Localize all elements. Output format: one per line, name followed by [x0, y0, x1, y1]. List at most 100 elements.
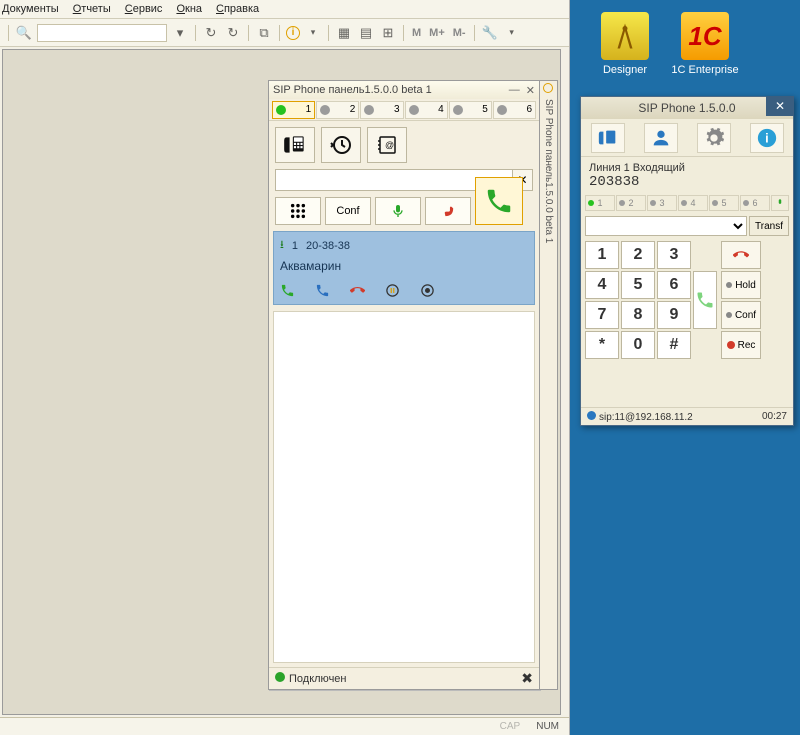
toolbar-search-input[interactable] [37, 24, 167, 42]
conf-button[interactable]: Conf [721, 301, 761, 329]
memory-m[interactable]: M [410, 27, 423, 39]
win-line-1[interactable]: 1 [585, 195, 615, 211]
dialpad-button[interactable] [275, 197, 321, 225]
key-0[interactable]: 0 [621, 331, 655, 359]
keypad: 1 2 3 4 5 6 7 8 9 * 0 # [585, 241, 691, 359]
menu-documents[interactable]: Документы [2, 3, 59, 15]
win-line-6[interactable]: 6 [740, 195, 770, 211]
abacus-icon[interactable]: ⊞ [379, 24, 397, 42]
sip-uri: sip:11@192.168.11.2 [599, 412, 693, 423]
sip-phone-panel: SIP Phone панель1.5.0.0 beta 1 ― ✕ 1 2 3… [268, 80, 540, 690]
toolbar-sep [248, 25, 249, 41]
menu-windows[interactable]: Окна [176, 3, 202, 15]
key-4[interactable]: 4 [585, 271, 619, 299]
calc-icon[interactable]: ▤ [357, 24, 375, 42]
hold-button[interactable]: Hold [721, 271, 761, 299]
tab-settings[interactable] [697, 123, 731, 153]
line-4[interactable]: 4 [405, 101, 448, 119]
rec-button[interactable]: Rec [721, 331, 761, 359]
toolbar-sep [279, 25, 280, 41]
menu-help[interactable]: Справка [216, 3, 259, 15]
calendar-icon[interactable]: ▦ [335, 24, 353, 42]
key-7[interactable]: 7 [585, 301, 619, 329]
transfer-button[interactable]: Transf [749, 216, 789, 236]
desktop-icon-1c-enterprise[interactable]: 1C 1C Enterprise [670, 12, 740, 76]
record-icon[interactable] [420, 283, 435, 302]
memory-mplus[interactable]: M+ [427, 27, 447, 39]
win-line-4[interactable]: 4 [678, 195, 708, 211]
key-9[interactable]: 9 [657, 301, 691, 329]
win-line-5[interactable]: 5 [709, 195, 739, 211]
pin-icon[interactable] [543, 83, 553, 93]
win-mic-button[interactable] [771, 195, 789, 211]
number-combo[interactable] [585, 216, 747, 236]
hold-icon[interactable] [385, 283, 400, 302]
desktop-icon-label: 1C Enterprise [670, 64, 740, 76]
tab-contacts[interactable] [644, 123, 678, 153]
active-call-card: ⭳ 1 20-38-38 Аквамарин [273, 231, 535, 305]
key-5[interactable]: 5 [621, 271, 655, 299]
refresh-all-icon[interactable]: ↻ [224, 24, 242, 42]
hangup-button[interactable] [425, 197, 471, 225]
call-button[interactable] [475, 177, 523, 225]
contacts-tab-button[interactable]: @ [367, 127, 407, 163]
desktop-icon-designer[interactable]: Designer [590, 12, 660, 76]
history-tab-button[interactable] [321, 127, 361, 163]
refresh-icon[interactable]: ↻ [202, 24, 220, 42]
answer-icon[interactable] [280, 283, 295, 302]
line-2[interactable]: 2 [316, 101, 359, 119]
line-6[interactable]: 6 [493, 101, 536, 119]
call-info-number: 203838 [589, 175, 785, 189]
dropdown-icon[interactable]: ▾ [171, 24, 189, 42]
close-button[interactable]: ✕ [766, 96, 794, 116]
key-2[interactable]: 2 [621, 241, 655, 269]
copy-icon[interactable]: ⧉ [255, 24, 273, 42]
call-info-line: Линия 1 Входящий [589, 161, 785, 175]
wrench-icon[interactable]: 🔧 [481, 24, 499, 42]
line-3[interactable]: 3 [360, 101, 403, 119]
tab-info[interactable]: i [750, 123, 784, 153]
key-1[interactable]: 1 [585, 241, 619, 269]
call-line-number: 1 [292, 240, 298, 252]
minimize-icon[interactable]: ― [509, 84, 520, 97]
search-icon[interactable]: 🔍 [15, 24, 33, 42]
reject-icon[interactable] [350, 283, 365, 302]
line-1[interactable]: 1 [272, 101, 315, 119]
toolbar-sep [195, 25, 196, 41]
win-line-2[interactable]: 2 [616, 195, 646, 211]
conference-button[interactable]: Conf [325, 197, 371, 225]
status-num: NUM [536, 721, 559, 732]
main-toolbar: 🔍 ▾ ↻ ↻ ⧉ i ▾ ▦ ▤ ⊞ M M+ M- 🔧 ▾ [0, 19, 569, 47]
answer-button[interactable] [693, 271, 717, 329]
transfer-icon[interactable] [315, 283, 330, 302]
info-icon[interactable]: i [286, 26, 300, 40]
globe-icon [587, 411, 596, 420]
sip-panel-status: Подключен ✖ [269, 667, 539, 689]
status-cap: CAP [500, 721, 521, 732]
win-line-3[interactable]: 3 [647, 195, 677, 211]
key-star[interactable]: * [585, 331, 619, 359]
tab-phone[interactable] [591, 123, 625, 153]
dropdown-icon[interactable]: ▾ [503, 24, 521, 42]
key-6[interactable]: 6 [657, 271, 691, 299]
menu-service[interactable]: Сервис [125, 3, 163, 15]
key-hash[interactable]: # [657, 331, 691, 359]
close-icon[interactable]: ✕ [526, 84, 535, 97]
hangup-button[interactable] [721, 241, 761, 269]
sip-window-title: SIP Phone 1.5.0.0 [638, 101, 735, 115]
menu-reports[interactable]: Отчеты [73, 3, 111, 15]
call-time: 20-38-38 [306, 240, 350, 252]
toolbar-sep [328, 25, 329, 41]
settings-icon[interactable]: ✖ [521, 670, 533, 687]
line-5[interactable]: 5 [449, 101, 492, 119]
toolbar-sep [403, 25, 404, 41]
mic-button[interactable] [375, 197, 421, 225]
dropdown-icon[interactable]: ▾ [304, 24, 322, 42]
key-8[interactable]: 8 [621, 301, 655, 329]
phone-tab-button[interactable] [275, 127, 315, 163]
sip-panel-side-caption[interactable]: SIP Phone панель1.5.0.0 beta 1 [540, 80, 558, 690]
key-3[interactable]: 3 [657, 241, 691, 269]
toolbar-sep [474, 25, 475, 41]
call-duration: 00:27 [762, 411, 787, 422]
memory-mminus[interactable]: M- [451, 27, 468, 39]
